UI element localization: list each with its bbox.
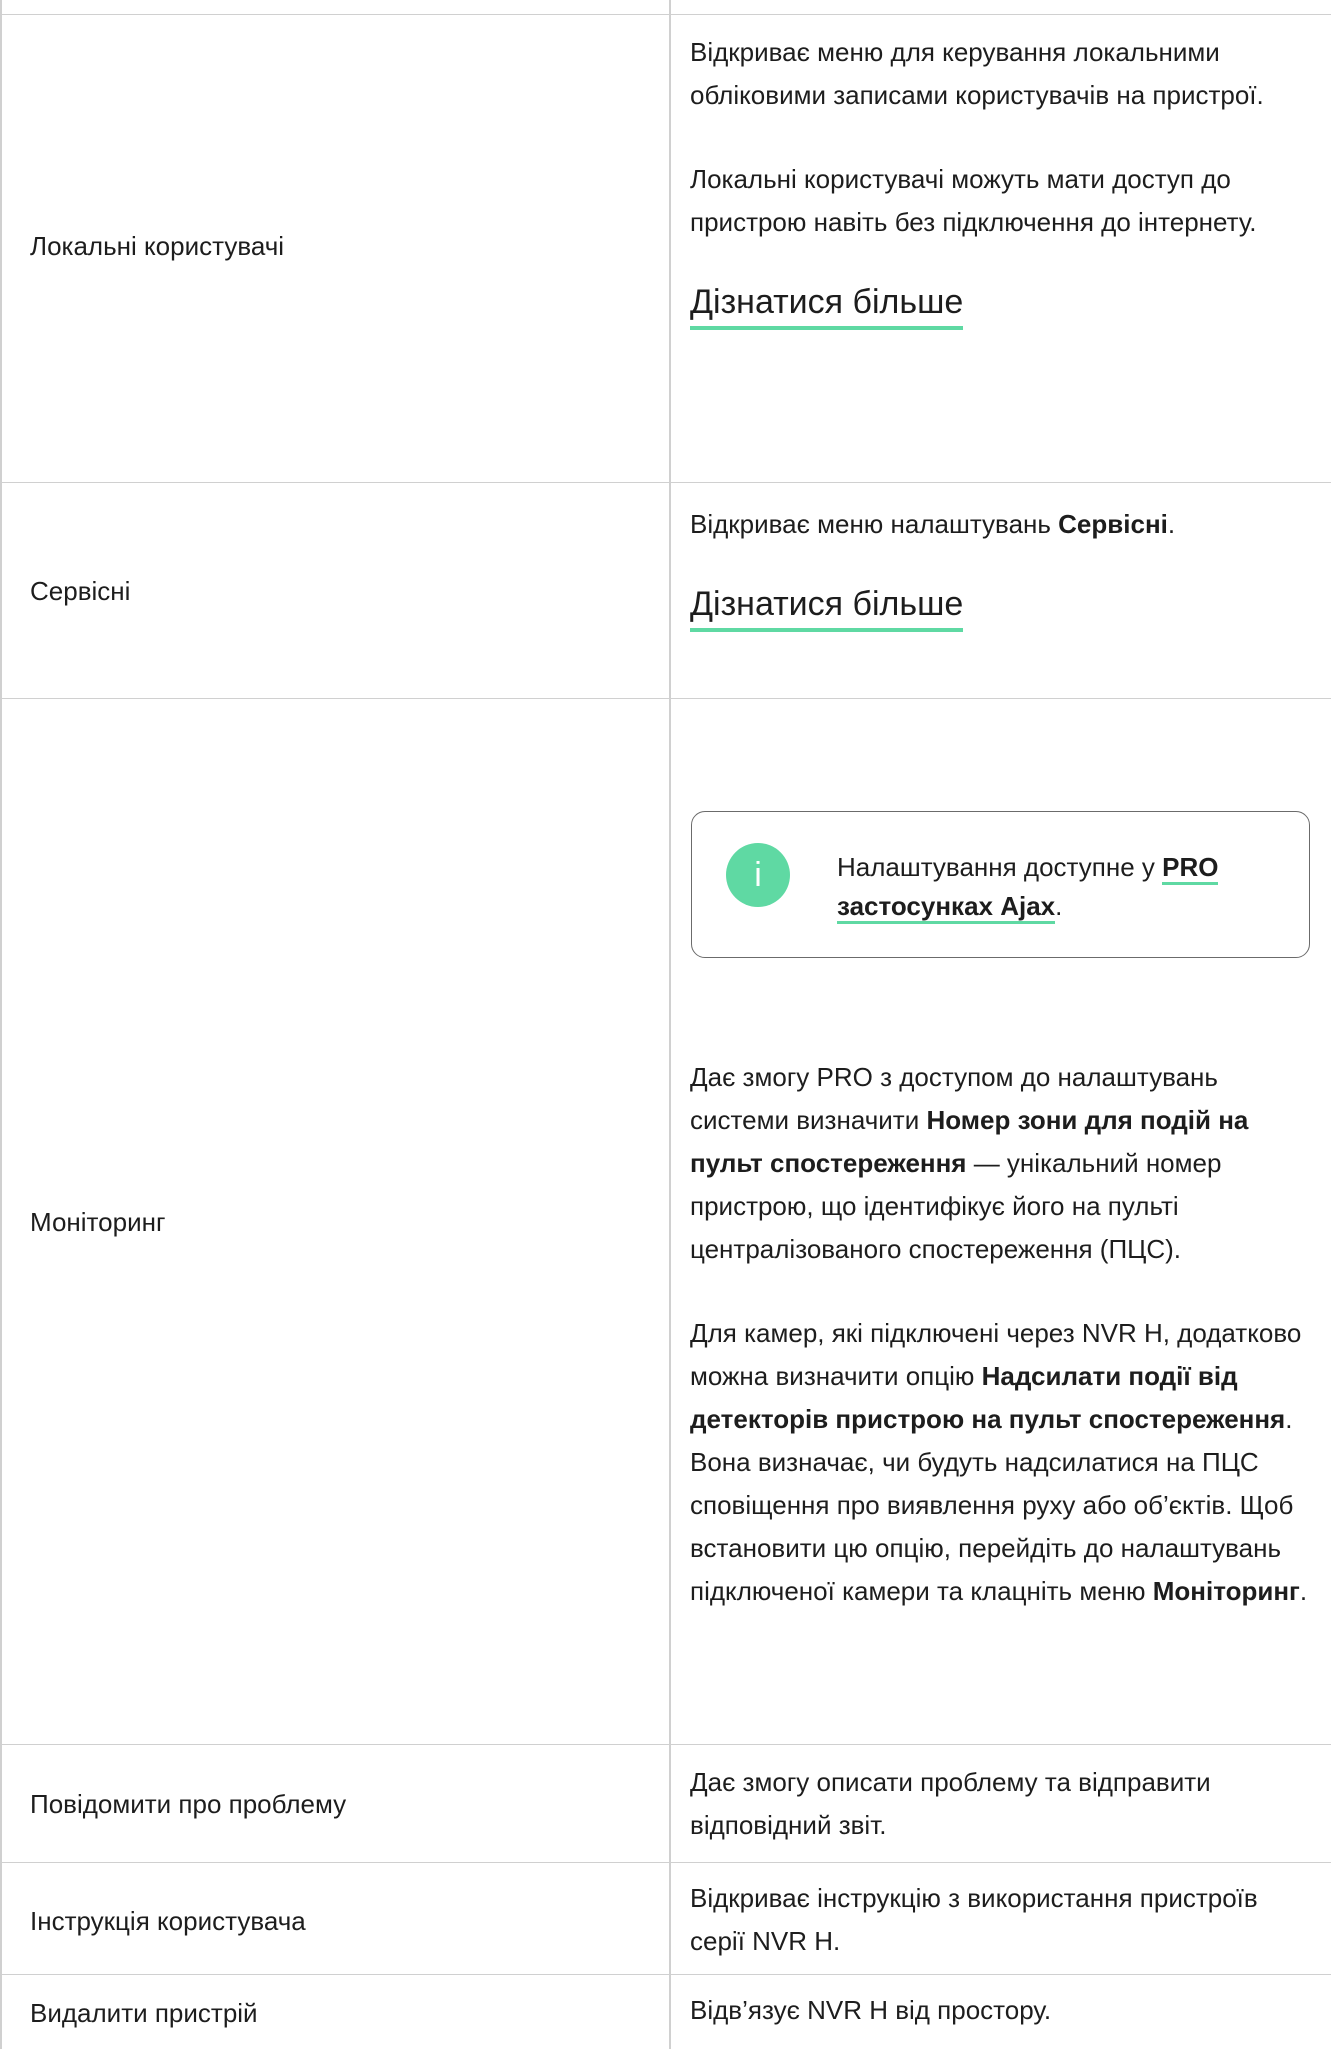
learn-more-link[interactable]: Дізнатися більше: [690, 582, 964, 632]
row-label: Видалити пристрій: [30, 1998, 258, 2028]
settings-table: Локальні користувачі Відкриває меню для …: [0, 0, 1331, 2049]
learn-more-link[interactable]: Дізнатися більше: [690, 280, 964, 330]
row-description: Дає змогу описати проблему та відправити…: [690, 1761, 1310, 1847]
row-description: Відкриває інструкцію з використання прис…: [690, 1877, 1310, 1963]
row-label: Моніторинг: [30, 1207, 166, 1237]
table-row-top-partial: [0, 0, 1331, 15]
table-row-local-users: Локальні користувачі Відкриває меню для …: [0, 15, 1331, 483]
description-paragraph: Дає змогу PRO з доступом до налаштувань …: [690, 1062, 1249, 1264]
row-label: Сервісні: [30, 576, 131, 606]
table-row-report-problem: Повідомити про проблему Дає змогу описат…: [0, 1745, 1331, 1863]
description-paragraph: Відкриває меню для керування локальними …: [690, 37, 1264, 110]
row-label: Повідомити про проблему: [30, 1789, 347, 1819]
row-description: Дає змогу PRO з доступом до налаштувань …: [690, 1056, 1310, 1613]
info-note-text: Налаштування доступне у PRO застосунках …: [837, 848, 1277, 926]
description-paragraph: Відкриває інструкцію з використання прис…: [690, 1883, 1258, 1956]
table-row-service: Сервісні Відкриває меню налаштувань Серв…: [0, 483, 1331, 699]
row-description: Відкриває меню для керування локальними …: [690, 31, 1310, 330]
description-paragraph: Локальні користувачі можуть мати доступ …: [690, 164, 1257, 237]
row-description: Відкриває меню налаштувань Сервісні. Діз…: [690, 503, 1310, 632]
description-paragraph: Відв’язує NVR H від простору.: [690, 1995, 1052, 2025]
table-row-delete-device: Видалити пристрій Відв’язує NVR H від пр…: [0, 1975, 1331, 2049]
description-paragraph: Відкриває меню налаштувань Сервісні.: [690, 509, 1176, 539]
info-note: i Налаштування доступне у PRO застосунка…: [691, 811, 1310, 958]
description-paragraph: Дає змогу описати проблему та відправити…: [690, 1767, 1211, 1840]
row-label: Локальні користувачі: [30, 231, 285, 261]
row-description: Відв’язує NVR H від простору.: [690, 1989, 1310, 2032]
learn-more-container: Дізнатися більше: [690, 582, 1310, 632]
description-paragraph: Для камер, які підключені через NVR H, д…: [690, 1318, 1308, 1606]
learn-more-container: Дізнатися більше: [690, 280, 1310, 330]
info-icon: i: [726, 843, 790, 907]
row-label: Інструкція користувача: [30, 1906, 306, 1936]
table-row-user-manual: Інструкція користувача Відкриває інструк…: [0, 1863, 1331, 1975]
